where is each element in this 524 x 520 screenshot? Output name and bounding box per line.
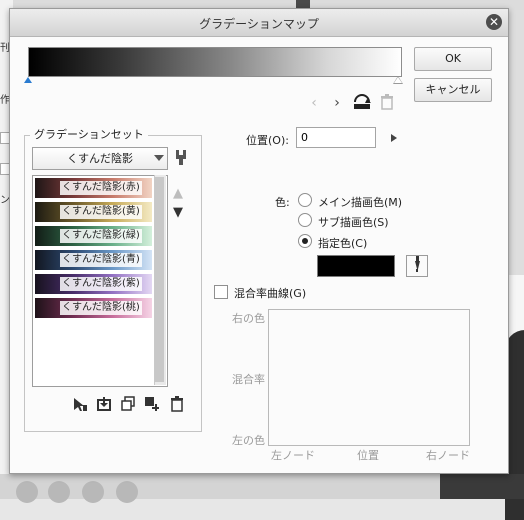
gradient-list-item[interactable]: くすんだ陰影(紫) [33,273,154,295]
radio-main-color[interactable] [298,193,312,207]
close-icon[interactable]: ✕ [486,14,502,30]
trash-icon[interactable] [169,396,185,412]
gradient-set-label: グラデーションセット [30,126,148,142]
curve-y-bottom-label: 左の色 [232,434,265,447]
radio-specified-color[interactable] [298,234,312,248]
next-node-icon[interactable]: › [331,95,343,111]
gradient-set-selected: くすんだ陰影 [67,152,133,165]
dialog-title: グラデーションマップ [199,17,319,31]
gradient-list-item-label: くすんだ陰影(青) [60,253,142,267]
gradient-list-item[interactable]: くすんだ陰影(黄) [33,201,154,223]
move-up-icon[interactable]: ▲ [172,187,184,201]
background-circle-button [48,481,70,503]
radio-specified-color-label[interactable]: 指定色(C) [318,235,367,251]
eyedropper-icon[interactable] [406,255,428,277]
gradient-set-dropdown[interactable]: くすんだ陰影 [32,147,168,170]
cancel-button[interactable]: キャンセル [414,78,492,102]
gradient-list-item-label: くすんだ陰影(緑) [60,229,142,243]
blend-curve-graph [268,309,470,446]
gradient-list-item-label: くすんだ陰影(桃) [60,301,142,315]
gradient-list-item[interactable]: くすんだ陰影(赤) [33,177,154,199]
position-label: 位置(O): [246,134,289,147]
ok-button[interactable]: OK [414,47,492,71]
gradient-list-scroll-thumb[interactable] [155,177,164,382]
gradient-list-item[interactable]: くすんだ陰影(緑) [33,225,154,247]
blend-curve-label[interactable]: 混合率曲線(G) [234,285,306,301]
gradient-map-dialog: グラデーションマップ ✕ OK キャンセル ‹ › グラデーションセット くすん… [9,8,509,474]
gradient-node-right-fill [394,77,402,83]
curve-x-left-label: 左ノード [271,449,315,462]
blend-curve-checkbox[interactable] [214,285,228,299]
curve-y-mid-label: 混合率 [232,373,265,386]
gradient-node-left[interactable] [24,77,32,83]
delete-node-icon[interactable] [379,94,395,114]
color-label: 色: [275,196,290,209]
gradient-list-item-label: くすんだ陰影(赤) [60,181,142,195]
add-gradient-icon[interactable] [72,396,88,412]
curve-y-top-label: 右の色 [232,312,265,325]
gradient-preview-bar[interactable] [28,47,402,77]
radio-sub-color[interactable] [298,213,312,227]
gradient-list-item[interactable]: くすんだ陰影(桃) [33,297,154,319]
gradient-list-item[interactable]: くすんだ陰影(青) [33,249,154,271]
gradient-list-item-label: くすんだ陰影(紫) [60,277,142,291]
specified-color-swatch[interactable] [317,255,395,277]
radio-main-color-label[interactable]: メイン描画色(M) [318,194,402,210]
background-circle-button [116,481,138,503]
dialog-titlebar[interactable]: グラデーションマップ ✕ [10,9,508,37]
curve-x-right-label: 右ノード [426,449,470,462]
move-down-icon[interactable]: ▼ [172,206,184,220]
duplicate-gradient-icon[interactable] [120,396,136,412]
reverse-gradient-icon[interactable] [352,93,372,111]
play-arrow-icon[interactable] [391,134,397,142]
previous-node-icon[interactable]: ‹ [308,95,320,111]
chevron-down-icon [154,155,164,161]
import-gradient-icon[interactable] [96,396,112,412]
radio-sub-color-label[interactable]: サブ描画色(S) [318,214,389,230]
wrench-settings-icon[interactable] [173,149,189,165]
background-artwork-dark [440,474,524,499]
position-input[interactable] [296,127,376,148]
background-circle-button [16,481,38,503]
new-gradient-icon[interactable] [144,396,160,412]
gradient-list-item-label: くすんだ陰影(黄) [60,205,142,219]
curve-x-mid-label: 位置 [357,449,379,462]
background-circle-button [82,481,104,503]
